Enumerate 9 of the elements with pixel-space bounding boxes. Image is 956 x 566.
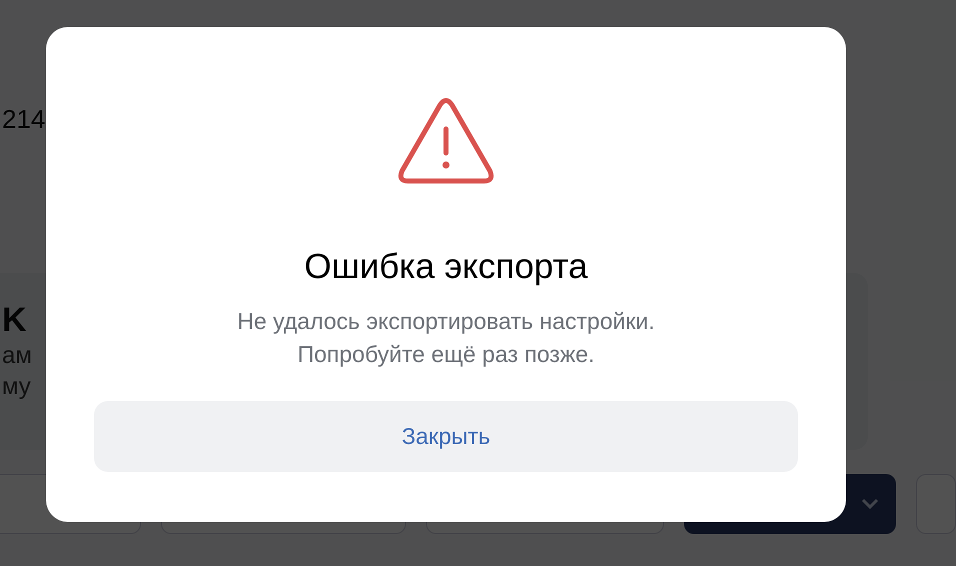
dialog-message: Не удалось экспортировать настройки. Попробуйте ещё раз позже. xyxy=(237,307,655,369)
dialog-title: Ошибка экспорта xyxy=(304,247,588,287)
account-number: 214 xyxy=(2,104,46,135)
warning-icon xyxy=(397,97,495,185)
card-title: K xyxy=(2,301,27,340)
card-text: му xyxy=(2,372,31,402)
close-button[interactable]: Закрыть xyxy=(94,401,798,472)
chevron-down-icon xyxy=(861,498,880,510)
card-text: ам xyxy=(2,341,32,371)
